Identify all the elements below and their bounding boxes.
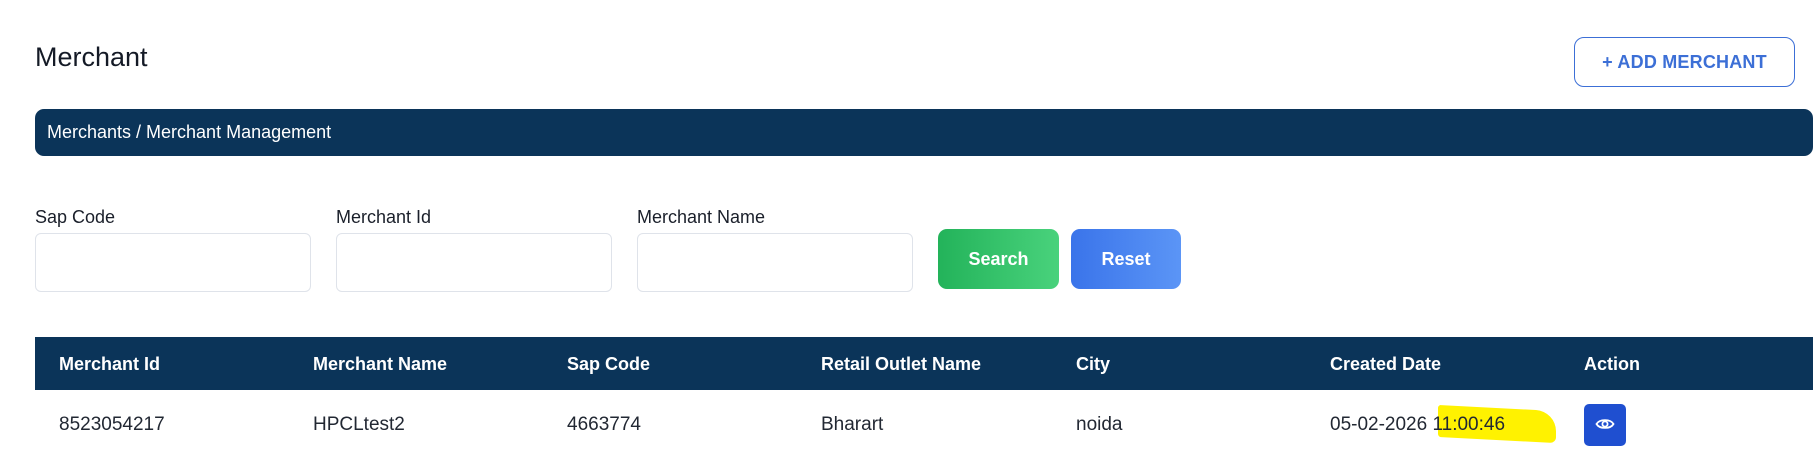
breadcrumb: Merchants / Merchant Management <box>35 109 1813 156</box>
view-merchant-button[interactable] <box>1584 404 1626 446</box>
page-title: Merchant <box>35 42 148 72</box>
table-header: Merchant Id Merchant Name Sap Code Retai… <box>35 337 1813 390</box>
add-merchant-button[interactable]: + ADD MERCHANT <box>1574 37 1795 87</box>
column-header-retail-outlet-name[interactable]: Retail Outlet Name <box>821 354 981 375</box>
sap-code-label: Sap Code <box>35 207 116 227</box>
merchant-name-label: Merchant Name <box>637 207 766 227</box>
column-header-action: Action <box>1584 354 1640 374</box>
column-header-merchant-id[interactable]: Merchant Id <box>59 354 160 375</box>
cell-merchant-name: HPCLtest2 <box>313 414 405 435</box>
breadcrumb-text: Merchants / Merchant Management <box>47 122 332 142</box>
cell-created-date: 05-02-2026 11:00:46 <box>1330 414 1506 435</box>
cell-sap-code: 4663774 <box>567 414 641 435</box>
table-row: 8523054217 HPCLtest2 4663774 Bharart noi… <box>35 390 1813 459</box>
merchant-page: Merchant + ADD MERCHANT Merchants / Merc… <box>0 0 1818 459</box>
search-button[interactable]: Search <box>938 229 1059 289</box>
column-header-created-date[interactable]: Created Date <box>1330 354 1441 375</box>
cell-retail-outlet-name: Bharart <box>821 414 884 435</box>
sap-code-input[interactable] <box>35 233 311 292</box>
column-header-sap-code[interactable]: Sap Code <box>567 354 650 375</box>
eye-icon <box>1595 417 1615 434</box>
merchant-id-label: Merchant Id <box>336 207 432 227</box>
merchant-name-filter: Merchant Name <box>637 207 913 292</box>
cell-city: noida <box>1076 414 1123 435</box>
column-header-city[interactable]: City <box>1076 354 1110 375</box>
sap-code-filter: Sap Code <box>35 207 311 292</box>
merchant-id-input[interactable] <box>336 233 612 292</box>
reset-button[interactable]: Reset <box>1071 229 1181 289</box>
merchant-name-input[interactable] <box>637 233 913 292</box>
merchant-id-filter: Merchant Id <box>336 207 612 292</box>
cell-merchant-id: 8523054217 <box>59 414 165 435</box>
column-header-merchant-name[interactable]: Merchant Name <box>313 354 447 375</box>
